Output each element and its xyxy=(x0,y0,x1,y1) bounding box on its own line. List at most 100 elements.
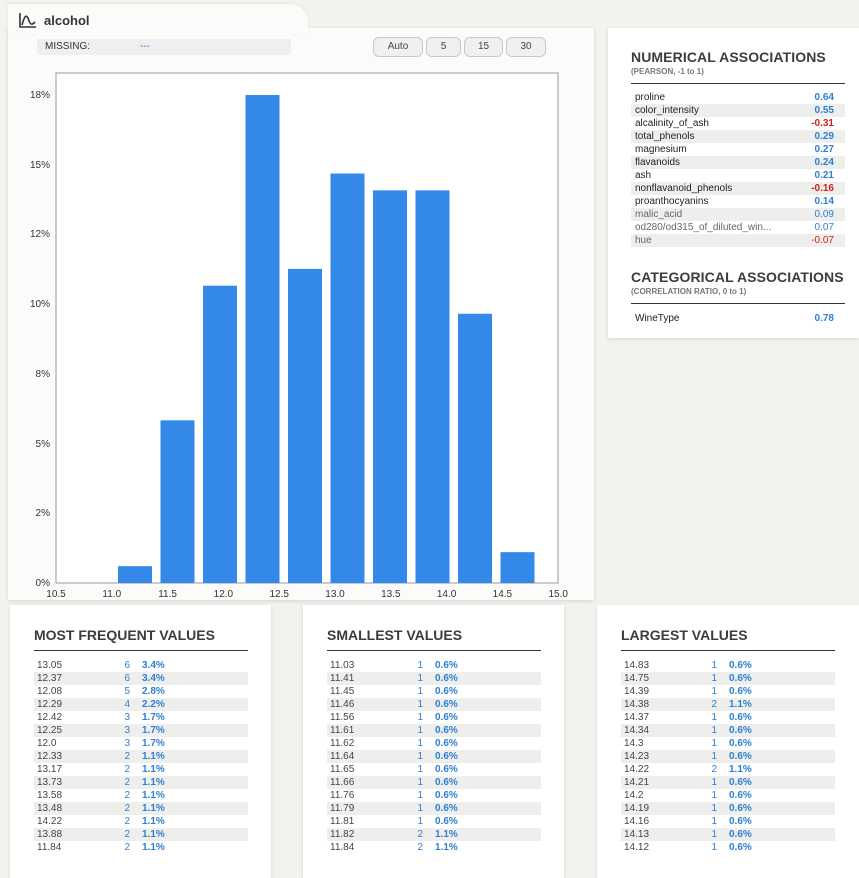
value-text: 11.03 xyxy=(330,660,355,671)
value-count: 1 xyxy=(711,673,717,684)
value-row: 12.33 2 1.1% xyxy=(34,750,248,763)
x-tick-label: 13.5 xyxy=(381,589,401,600)
value-text: 13.48 xyxy=(37,803,63,814)
value-count: 2 xyxy=(124,842,130,853)
value-count: 1 xyxy=(417,803,423,814)
value-row: 11.66 1 0.6% xyxy=(327,776,541,789)
histogram-bar[interactable] xyxy=(245,95,280,583)
association-row: ash 0.21 xyxy=(631,169,845,182)
value-count: 1 xyxy=(417,738,423,749)
value-percent: 0.6% xyxy=(435,751,458,762)
histogram-bar[interactable] xyxy=(160,420,195,583)
value-row: 14.16 1 0.6% xyxy=(621,815,835,828)
value-percent: 1.1% xyxy=(729,699,752,710)
value-count: 2 xyxy=(124,816,130,827)
value-percent: 0.6% xyxy=(729,712,752,723)
value-text: 11.56 xyxy=(330,712,355,723)
value-text: 14.83 xyxy=(624,660,650,671)
value-row: 13.48 2 1.1% xyxy=(34,802,248,815)
value-count: 2 xyxy=(711,764,717,775)
value-count: 6 xyxy=(124,673,130,684)
value-text: 14.12 xyxy=(624,842,650,853)
value-row: 14.23 1 0.6% xyxy=(621,750,835,763)
value-percent: 1.1% xyxy=(142,816,165,827)
association-value: 0.14 xyxy=(814,196,834,207)
value-text: 11.82 xyxy=(330,829,355,840)
value-count: 1 xyxy=(711,816,717,827)
histogram-bar[interactable] xyxy=(415,190,450,583)
value-count: 1 xyxy=(417,816,423,827)
value-count: 1 xyxy=(417,686,423,697)
x-axis-ticks: 10.5 11.0 11.5 12.0 12.5 13.0 13.5 14.0 14.5 15.0 xyxy=(46,589,568,600)
value-count: 1 xyxy=(711,686,717,697)
value-row: 14.2 1 0.6% xyxy=(621,789,835,802)
association-row: color_intensity 0.55 xyxy=(631,104,845,117)
value-percent: 0.6% xyxy=(729,816,752,827)
value-row: 14.22 2 1.1% xyxy=(621,763,835,776)
value-row: 13.88 2 1.1% xyxy=(34,828,248,841)
value-count: 4 xyxy=(124,699,130,710)
value-row: 11.81 1 0.6% xyxy=(327,815,541,828)
value-percent: 1.1% xyxy=(435,842,458,853)
value-count: 1 xyxy=(417,751,423,762)
value-row: 11.84 2 1.1% xyxy=(34,841,248,854)
value-text: 11.45 xyxy=(330,686,355,697)
most-frequent-card: MOST FREQUENT VALUES 13.05 6 3.4% 12.37 6 3.4… xyxy=(10,605,271,878)
value-count: 1 xyxy=(417,790,423,801)
histogram-bar[interactable] xyxy=(500,552,535,583)
value-row: 11.84 2 1.1% xyxy=(327,841,541,854)
histogram-chart: 0% 2% 5% 8% 10% 12% 15% 18% 10.5 11.0 11.5 12.0 12.… xyxy=(30,72,568,600)
value-row: 11.41 1 0.6% xyxy=(327,672,541,685)
value-text: 12.08 xyxy=(37,686,63,697)
association-name: alcalinity_of_ash xyxy=(635,118,709,129)
value-percent: 1.1% xyxy=(142,751,165,762)
value-text: 11.66 xyxy=(330,777,355,788)
value-text: 13.58 xyxy=(37,790,63,801)
value-row: 14.13 1 0.6% xyxy=(621,828,835,841)
value-percent: 0.6% xyxy=(729,660,752,671)
value-percent: 1.1% xyxy=(142,829,165,840)
histogram-bar[interactable] xyxy=(373,190,407,583)
value-row: 14.12 1 0.6% xyxy=(621,841,835,854)
association-row: total_phenols 0.29 xyxy=(631,130,845,143)
divider xyxy=(327,650,541,651)
y-tick-label: 12% xyxy=(30,229,50,240)
value-count: 5 xyxy=(124,686,130,697)
smallest-values-card: SMALLEST VALUES 11.03 1 0.6% 11.41 1 0.6% 11.4… xyxy=(303,605,564,878)
value-percent: 0.6% xyxy=(729,725,752,736)
x-tick-label: 11.5 xyxy=(158,589,177,600)
value-count: 1 xyxy=(711,725,717,736)
association-name: ash xyxy=(635,170,652,181)
y-tick-label: 0% xyxy=(36,578,51,589)
association-value: 0.29 xyxy=(814,131,834,142)
association-value: -0.31 xyxy=(811,118,834,129)
value-text: 14.21 xyxy=(624,777,650,788)
value-count: 1 xyxy=(417,777,423,788)
x-tick-label: 11.0 xyxy=(102,589,121,600)
histogram-bar[interactable] xyxy=(203,285,237,583)
value-row: 12.08 5 2.8% xyxy=(34,685,248,698)
histogram-bar[interactable] xyxy=(288,268,322,583)
largest-values-title: LARGEST VALUES xyxy=(621,627,748,643)
y-tick-label: 2% xyxy=(36,508,51,519)
histogram-bar[interactable] xyxy=(330,173,365,583)
value-percent: 0.6% xyxy=(729,790,752,801)
value-percent: 0.6% xyxy=(435,777,458,788)
value-count: 2 xyxy=(124,777,130,788)
value-text: 11.65 xyxy=(330,764,355,775)
association-name: malic_acid xyxy=(635,209,683,220)
value-percent: 0.6% xyxy=(435,686,458,697)
value-count: 1 xyxy=(711,751,717,762)
association-name: proanthocyanins xyxy=(635,196,709,207)
association-name: WineType xyxy=(635,313,680,324)
value-percent: 1.1% xyxy=(142,842,165,853)
value-text: 14.38 xyxy=(624,699,650,710)
value-percent: 1.7% xyxy=(142,725,165,736)
value-count: 2 xyxy=(417,842,423,853)
value-percent: 3.4% xyxy=(142,673,165,684)
divider xyxy=(621,650,835,651)
value-percent: 2.2% xyxy=(142,699,165,710)
histogram-bar[interactable] xyxy=(458,313,492,583)
value-text: 12.29 xyxy=(37,699,63,710)
histogram-bar[interactable] xyxy=(118,566,152,583)
